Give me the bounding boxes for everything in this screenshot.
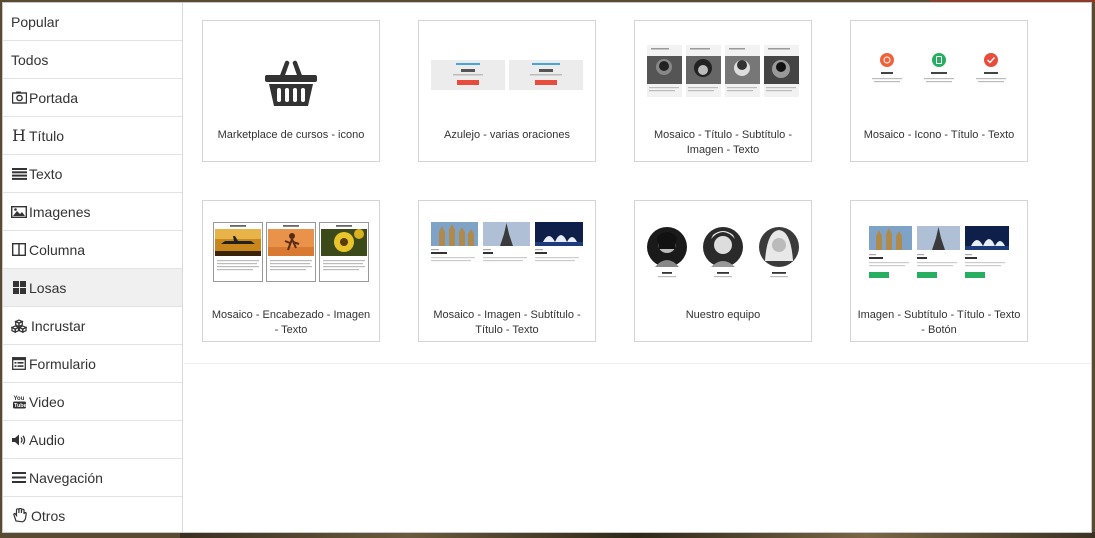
svg-text:You: You	[13, 396, 24, 402]
svg-text:Tube: Tube	[14, 403, 26, 409]
sidebar-item-label: Popular	[11, 13, 60, 30]
sidebar-item-label: Incrustar	[31, 317, 86, 334]
block-card-label: Mosaico - Imagen - Subtítulo - Título - …	[433, 309, 581, 336]
block-picker-modal: Popular Todos Portada H Título Texto Ima…	[2, 2, 1092, 533]
sidebar-item-label: Imagenes	[29, 203, 91, 220]
sidebar-item-texto[interactable]: Texto	[3, 155, 182, 193]
block-preview	[419, 21, 595, 121]
sidebar-item-portada[interactable]: Portada	[3, 79, 182, 117]
sidebar-item-popular[interactable]: Popular	[3, 3, 182, 41]
sidebar-item-label: Otros	[31, 507, 66, 524]
block-card-label: Mosaico - Título - Subtítulo - Imagen - …	[654, 129, 792, 156]
basket-icon	[265, 60, 317, 106]
menu-icon	[11, 472, 27, 483]
content-divider	[184, 363, 1091, 364]
hand-icon	[11, 508, 27, 523]
block-card-marketplace[interactable]: Marketplace de cursos - icono	[202, 20, 380, 162]
sidebar-item-imagenes[interactable]: Imagenes	[3, 193, 182, 231]
block-card-imagen-boton[interactable]: Imagen - Subtítulo - Título - Texto - Bo…	[850, 200, 1028, 342]
text-lines-icon	[11, 167, 27, 180]
block-card-azulejo[interactable]: Azulejo - varias oraciones	[418, 20, 596, 162]
camera-icon	[11, 91, 27, 104]
sidebar-item-label: Portada	[29, 89, 79, 106]
form-icon	[11, 357, 27, 370]
block-preview	[203, 21, 379, 121]
sidebar-item-label: Título	[29, 127, 65, 144]
sidebar-item-label: Audio	[29, 431, 65, 448]
category-sidebar: Popular Todos Portada H Título Texto Ima…	[3, 3, 183, 532]
sidebar-item-otros[interactable]: Otros	[3, 497, 182, 532]
sidebar-item-todos[interactable]: Todos	[3, 41, 182, 79]
sidebar-item-incrustar[interactable]: Incrustar	[3, 307, 182, 345]
sidebar-item-label: Navegación	[29, 469, 103, 486]
block-card-label: Mosaico - Encabezado - Imagen - Texto	[211, 309, 371, 336]
tiles-content-area: Marketplace de cursos - icono Azulejo - …	[184, 3, 1091, 532]
sidebar-item-video[interactable]: You Tube Video	[3, 383, 182, 421]
block-card-mosaico-encabezado[interactable]: Mosaico - Encabezado - Imagen - Texto	[202, 200, 380, 342]
sidebar-item-formulario[interactable]: Formulario	[3, 345, 182, 383]
sidebar-item-label: Losas	[29, 279, 67, 296]
block-preview	[419, 201, 595, 301]
block-card-nuestro-equipo[interactable]: Nuestro equipo	[634, 200, 812, 342]
cubes-icon	[11, 318, 27, 333]
block-preview	[851, 201, 1027, 301]
sidebar-item-columna[interactable]: Columna	[3, 231, 182, 269]
block-card-mosaico-imagen[interactable]: Mosaico - Imagen - Subtítulo - Título - …	[418, 200, 596, 342]
image-icon	[11, 205, 27, 218]
youtube-icon: You Tube	[11, 394, 27, 409]
sidebar-item-label: Texto	[29, 165, 63, 182]
block-preview	[851, 21, 1027, 121]
sidebar-item-label: Video	[29, 393, 65, 410]
sidebar-item-label: Columna	[29, 241, 86, 258]
block-card-mosaico-icono[interactable]: Mosaico - Icono - Título - Texto	[850, 20, 1028, 162]
heading-icon: H	[12, 126, 26, 145]
tiles-icon	[11, 281, 27, 294]
columns-icon	[11, 243, 27, 256]
block-preview	[635, 21, 811, 121]
block-card-label: Nuestro equipo	[685, 309, 761, 321]
sidebar-item-losas[interactable]: Losas	[3, 269, 182, 307]
block-card-label: Azulejo - varias oraciones	[444, 129, 570, 141]
sidebar-item-label: Formulario	[29, 355, 96, 372]
block-preview	[635, 201, 811, 301]
sidebar-item-audio[interactable]: Audio	[3, 421, 182, 459]
speaker-icon	[11, 434, 27, 446]
block-preview	[203, 201, 379, 301]
block-card-mosaico-titulo[interactable]: Mosaico - Título - Subtítulo - Imagen - …	[634, 20, 812, 162]
sidebar-item-navegacion[interactable]: Navegación	[3, 459, 182, 497]
sidebar-item-titulo[interactable]: H Título	[3, 117, 182, 155]
block-card-label: Imagen - Subtítulo - Título - Texto - Bo…	[857, 309, 1021, 336]
block-card-label: Marketplace de cursos - icono	[217, 129, 365, 141]
sidebar-item-label: Todos	[11, 51, 49, 68]
block-card-label: Mosaico - Icono - Título - Texto	[863, 129, 1015, 141]
